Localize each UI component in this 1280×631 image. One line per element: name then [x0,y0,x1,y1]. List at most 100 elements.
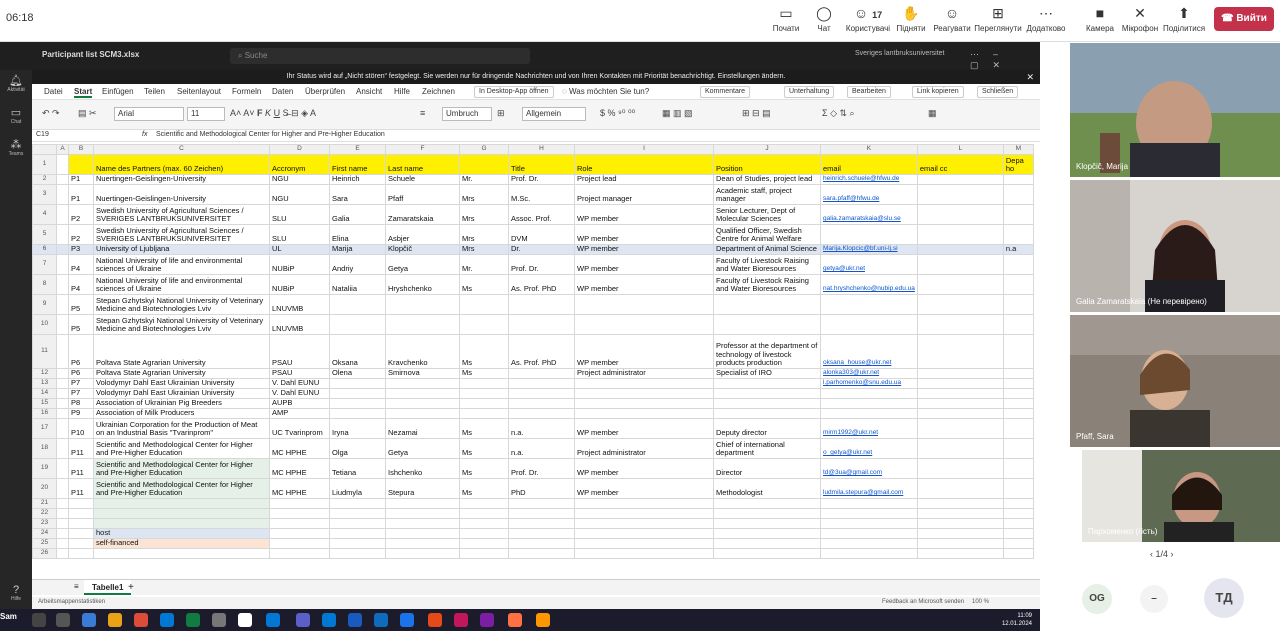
header-cell[interactable]: Position [713,153,821,175]
cell[interactable] [574,497,714,509]
cell[interactable] [508,517,575,529]
cell[interactable]: P5 [68,293,94,315]
cell[interactable] [820,407,918,419]
column-header[interactable]: L [916,144,1004,155]
row-number[interactable]: 13 [32,377,57,389]
menu-formeln[interactable]: Formeln [232,87,261,96]
cell[interactable] [459,313,509,335]
cell[interactable] [385,407,460,419]
column-header[interactable]: I [574,144,714,155]
cell[interactable]: WP member [574,273,714,295]
cell[interactable] [916,243,1004,255]
cell[interactable] [916,387,1004,399]
rail-chat[interactable]: ▭ Chat [0,102,32,134]
cell[interactable] [385,293,460,315]
cell[interactable] [56,173,69,185]
cell[interactable] [1002,253,1034,275]
cells-icons[interactable]: ⊞ ⊟ ▤ [742,108,771,119]
cell[interactable] [574,507,714,519]
cell[interactable] [508,507,575,519]
cell[interactable]: Professor at the department of technolog… [713,333,821,369]
cell[interactable] [820,507,918,519]
cell[interactable]: P1 [68,173,94,185]
cell[interactable]: Mr. [459,253,509,275]
cell[interactable]: PSAU [269,367,330,379]
cell[interactable]: Hryshchenko [385,273,460,295]
cell[interactable]: Liudmyla [329,477,386,499]
cell[interactable] [329,397,386,409]
cell[interactable]: Stepura [385,477,460,499]
close-button[interactable]: Schließen [977,86,1019,98]
cell[interactable] [385,387,460,399]
cell[interactable]: n.a. [508,437,575,459]
cell[interactable]: NGU [269,173,330,185]
rail-help[interactable]: ? Hilfe [0,580,32,612]
cell[interactable] [93,517,270,529]
header-cell[interactable]: Accronym [269,153,330,175]
cell[interactable]: Ms [459,437,509,459]
cell[interactable] [269,527,330,539]
app-icon[interactable] [160,613,174,627]
cell[interactable]: WP member [574,333,714,369]
cell[interactable] [459,547,509,559]
cell[interactable] [56,497,69,509]
column-header[interactable]: D [269,144,330,155]
sheet-list-icon[interactable]: ≡ [74,582,79,591]
cell[interactable]: sara.pfaff@hfwu.de [820,183,918,205]
cell[interactable]: Deputy director [713,417,821,439]
cell[interactable] [459,407,509,419]
cell[interactable] [916,183,1004,205]
gallery-pager[interactable]: ‹ 1/4 › [1150,549,1174,559]
zoom-level[interactable]: 100 % [972,599,989,605]
cell[interactable] [56,547,69,559]
word-icon[interactable] [348,613,362,627]
cell[interactable]: V. Dahl EUNU [269,377,330,389]
header-cell[interactable] [459,153,509,175]
cell[interactable] [916,537,1004,549]
cell[interactable] [1002,457,1034,479]
row-number[interactable]: 4 [32,203,57,225]
cell[interactable] [56,457,69,479]
cell[interactable]: NGU [269,183,330,205]
cell[interactable] [459,377,509,389]
cell[interactable] [269,497,330,509]
cell[interactable] [56,377,69,389]
row-number[interactable]: 22 [32,507,57,519]
add-sheet-icon[interactable]: + [128,582,134,593]
row-number[interactable]: 20 [32,477,57,499]
cell[interactable] [574,527,714,539]
cell[interactable] [916,333,1004,369]
cell[interactable] [916,273,1004,295]
cell[interactable] [56,527,69,539]
cell[interactable] [1002,333,1034,369]
cell[interactable] [329,377,386,389]
cell[interactable]: Oksana [329,333,386,369]
cell[interactable] [713,497,821,509]
cell[interactable]: Volodymyr Dahl East Ukrainian University [93,387,270,399]
row-number[interactable]: 12 [32,367,57,379]
cell[interactable] [459,517,509,529]
wrap-button[interactable]: Umbruch [442,107,492,121]
cell[interactable] [56,313,69,335]
header-cell[interactable]: email [820,153,918,175]
cell[interactable] [508,387,575,399]
cell[interactable] [916,223,1004,245]
cell[interactable] [329,407,386,419]
cell[interactable]: Swedish University of Agricultural Scien… [93,223,270,245]
cell[interactable]: P6 [68,333,94,369]
cell[interactable] [385,517,460,529]
cell[interactable] [93,547,270,559]
cell[interactable]: Stepan Gzhytskyi National University of … [93,293,270,315]
cell[interactable] [1002,397,1034,409]
cell[interactable]: n.a [1002,243,1034,255]
cell[interactable]: P7 [68,377,94,389]
cell[interactable]: Project administrator [574,437,714,459]
comments-button[interactable]: Kommentare [700,86,751,98]
cell[interactable]: Department of Animal Science [713,243,821,255]
cell[interactable] [916,253,1004,275]
edit-button[interactable]: Bearbeiten [847,86,891,98]
row-number[interactable]: 6 [32,243,57,255]
cell[interactable]: host [93,527,270,539]
row-number[interactable]: 21 [32,497,57,509]
row-number[interactable]: 7 [32,253,57,275]
